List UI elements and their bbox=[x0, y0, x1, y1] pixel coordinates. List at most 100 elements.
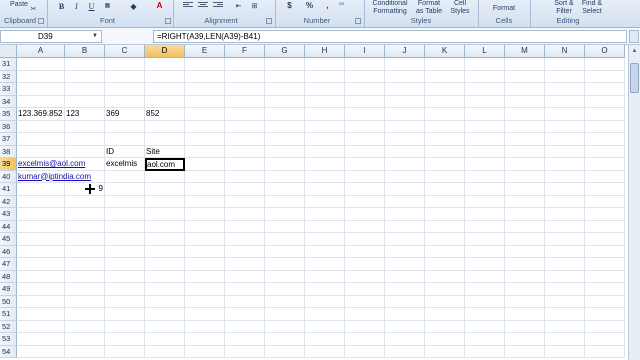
cell-c39[interactable]: excelmis bbox=[105, 158, 145, 171]
column-header-n[interactable]: N bbox=[545, 45, 585, 58]
merge-center-icon[interactable]: ⊞ bbox=[249, 1, 260, 12]
cell-b35[interactable]: 123 bbox=[65, 108, 105, 121]
row-header-51[interactable]: 51 bbox=[0, 308, 17, 321]
cell-d35[interactable]: 852 bbox=[145, 108, 185, 121]
column-header-l[interactable]: L bbox=[465, 45, 505, 58]
gridline bbox=[624, 58, 625, 358]
row-header-50[interactable]: 50 bbox=[0, 295, 17, 308]
cell-styles-label-1: Cell bbox=[453, 0, 467, 7]
row-header-46[interactable]: 46 bbox=[0, 245, 17, 258]
row-header-43[interactable]: 43 bbox=[0, 208, 17, 221]
clipboard-launcher-icon[interactable] bbox=[38, 18, 44, 24]
row-header-42[interactable]: 42 bbox=[0, 195, 17, 208]
number-group-label: Number bbox=[303, 16, 331, 25]
vertical-scrollbar[interactable]: ▲ bbox=[628, 45, 640, 360]
gridline bbox=[17, 194, 625, 196]
column-header-i[interactable]: I bbox=[345, 45, 385, 58]
gridline bbox=[17, 182, 625, 183]
column-header-g[interactable]: G bbox=[265, 45, 305, 58]
sort-filter-label-2: Filter bbox=[556, 8, 572, 15]
column-header-j[interactable]: J bbox=[385, 45, 425, 58]
row-header-34[interactable]: 34 bbox=[0, 95, 17, 108]
row-header-35[interactable]: 35 bbox=[0, 108, 17, 121]
paste-button[interactable]: Paste bbox=[8, 1, 30, 8]
italic-button[interactable]: I bbox=[71, 1, 82, 12]
row-header-36[interactable]: 36 bbox=[0, 120, 17, 133]
align-center-icon[interactable] bbox=[198, 2, 208, 10]
column-header-h[interactable]: H bbox=[305, 45, 345, 58]
column-header-a[interactable]: A bbox=[17, 45, 65, 58]
column-header-e[interactable]: E bbox=[185, 45, 225, 58]
borders-icon[interactable]: ▦ bbox=[102, 1, 113, 12]
row-header-49[interactable]: 49 bbox=[0, 283, 17, 296]
cell-c35[interactable]: 369 bbox=[105, 108, 145, 121]
select-all-corner[interactable] bbox=[0, 45, 17, 58]
gridline bbox=[17, 69, 625, 71]
row-header-47[interactable]: 47 bbox=[0, 258, 17, 271]
number-launcher-icon[interactable] bbox=[355, 18, 361, 24]
row-header-40[interactable]: 40 bbox=[0, 170, 17, 183]
expand-formula-bar-icon[interactable] bbox=[629, 30, 639, 43]
format-cells-button[interactable]: Format bbox=[486, 5, 522, 12]
column-header-o[interactable]: O bbox=[585, 45, 625, 58]
column-header-k[interactable]: K bbox=[425, 45, 465, 58]
formula-input[interactable]: =RIGHT(A39,LEN(A39)-B41) bbox=[153, 30, 627, 43]
column-header-f[interactable]: F bbox=[225, 45, 265, 58]
divider bbox=[47, 0, 48, 27]
alignment-launcher-icon[interactable] bbox=[266, 18, 272, 24]
alignment-group-label: Alignment bbox=[204, 16, 238, 25]
format-painter-icon[interactable]: ✂ bbox=[28, 4, 39, 15]
row-header-45[interactable]: 45 bbox=[0, 233, 17, 246]
row-header-41[interactable]: 41 bbox=[0, 183, 17, 196]
cell-d39[interactable]: aol.com bbox=[145, 158, 185, 171]
gridline bbox=[17, 307, 625, 308]
worksheet-grid[interactable]: A B C D E F G H I J K L M N O 31 32 33 34 35 36 37 38 39 40 41 42 4… bbox=[0, 45, 628, 360]
row-header-33[interactable]: 33 bbox=[0, 83, 17, 96]
increase-decimal-icon[interactable]: ⁰⁰ bbox=[336, 1, 347, 12]
currency-button[interactable]: $ bbox=[284, 0, 295, 11]
align-left-icon[interactable] bbox=[183, 2, 193, 10]
divider bbox=[530, 0, 531, 27]
cell-a35[interactable]: 123.369.852 bbox=[17, 108, 65, 121]
scrollbar-thumb[interactable] bbox=[630, 63, 639, 93]
row-header-54[interactable]: 54 bbox=[0, 345, 17, 358]
comma-style-button[interactable]: , bbox=[322, 0, 333, 11]
font-color-button[interactable]: A bbox=[154, 0, 165, 11]
divider bbox=[364, 0, 365, 27]
row-header-52[interactable]: 52 bbox=[0, 320, 17, 333]
column-header-d[interactable]: D bbox=[145, 45, 185, 58]
bold-button[interactable]: B bbox=[56, 1, 67, 12]
row-header-44[interactable]: 44 bbox=[0, 220, 17, 233]
chevron-down-icon[interactable]: ▼ bbox=[92, 31, 98, 42]
underline-button[interactable]: U bbox=[86, 1, 97, 12]
row-header-53[interactable]: 53 bbox=[0, 333, 17, 346]
cell-a40[interactable]: kumar@iptindia.com bbox=[17, 171, 91, 184]
gridline bbox=[304, 58, 305, 358]
gridline bbox=[504, 58, 505, 358]
cell-a39[interactable]: excelmis@aol.com bbox=[17, 158, 85, 171]
conditional-formatting-label-1: Conditional bbox=[372, 0, 408, 7]
decrease-indent-icon[interactable]: ⇤ bbox=[233, 1, 244, 12]
gridline bbox=[17, 232, 625, 233]
scroll-up-icon[interactable]: ▲ bbox=[630, 47, 639, 56]
row-header-38[interactable]: 38 bbox=[0, 145, 17, 158]
fill-color-icon[interactable]: ◆ bbox=[128, 1, 139, 12]
font-launcher-icon[interactable] bbox=[165, 18, 171, 24]
row-header-32[interactable]: 32 bbox=[0, 70, 17, 83]
name-box[interactable]: D39 ▼ bbox=[0, 30, 102, 43]
column-header-m[interactable]: M bbox=[505, 45, 545, 58]
percent-button[interactable]: % bbox=[304, 0, 315, 11]
align-right-icon[interactable] bbox=[213, 2, 223, 10]
cell-d38[interactable]: Site bbox=[145, 146, 185, 159]
column-header-c[interactable]: C bbox=[105, 45, 145, 58]
gridline bbox=[17, 257, 625, 258]
row-header-39[interactable]: 39 bbox=[0, 158, 17, 171]
column-header-b[interactable]: B bbox=[65, 45, 105, 58]
find-select-label-1: Find & bbox=[581, 0, 603, 7]
row-header-31[interactable]: 31 bbox=[0, 58, 17, 71]
row-header-48[interactable]: 48 bbox=[0, 270, 17, 283]
gridline bbox=[17, 132, 625, 133]
gridline bbox=[17, 332, 625, 333]
row-header-37[interactable]: 37 bbox=[0, 133, 17, 146]
cell-c38[interactable]: ID bbox=[105, 146, 145, 159]
